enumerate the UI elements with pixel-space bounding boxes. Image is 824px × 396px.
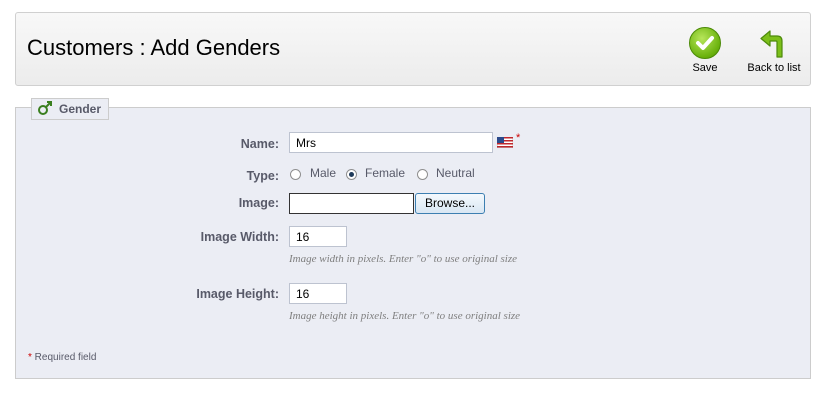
- image-label: Image:: [238, 196, 279, 210]
- fieldset-legend: Gender: [31, 98, 110, 120]
- radio-male[interactable]: [290, 169, 301, 180]
- page-title: Customers : Add Genders: [27, 35, 281, 60]
- image-height-label: Image Height:: [196, 287, 279, 301]
- radio-male-label: Male: [310, 166, 337, 180]
- back-label: Back to list: [747, 62, 801, 74]
- save-label: Save: [692, 62, 718, 74]
- image-height-input[interactable]: 16: [289, 283, 347, 304]
- radio-neutral[interactable]: [417, 169, 428, 180]
- image-file-input[interactable]: [289, 193, 414, 214]
- type-label: Type:: [246, 169, 279, 183]
- save-check-icon: [689, 27, 721, 59]
- page-header: Customers : Add Genders Save Back to lis…: [15, 12, 811, 86]
- required-note-text: Required field: [31, 352, 97, 363]
- name-input[interactable]: Mrs: [289, 132, 493, 153]
- radio-female-label: Female: [365, 166, 406, 180]
- radio-neutral-label: Neutral: [436, 166, 475, 180]
- required-asterisk: *: [516, 132, 521, 144]
- save-button[interactable]: Save: [686, 27, 724, 74]
- back-arrow-icon: [758, 27, 790, 59]
- radio-female[interactable]: [346, 169, 357, 180]
- image-width-input[interactable]: 16: [289, 226, 347, 247]
- gender-fieldset: Gender Name: Mrs * Type: Male Female Neu…: [15, 98, 811, 379]
- back-to-list-button[interactable]: Back to list: [744, 27, 804, 74]
- us-flag-icon[interactable]: [496, 136, 514, 151]
- image-height-hint: Image height in pixels. Enter "o" to use…: [289, 310, 521, 322]
- name-label: Name:: [240, 137, 279, 151]
- image-width-hint: Image width in pixels. Enter "o" to use …: [289, 253, 517, 265]
- gender-icon: [37, 100, 53, 119]
- required-field-note: * Required field: [28, 352, 96, 363]
- image-width-label: Image Width:: [200, 230, 279, 244]
- browse-button[interactable]: Browse...: [415, 193, 485, 214]
- legend-label: Gender: [59, 102, 102, 116]
